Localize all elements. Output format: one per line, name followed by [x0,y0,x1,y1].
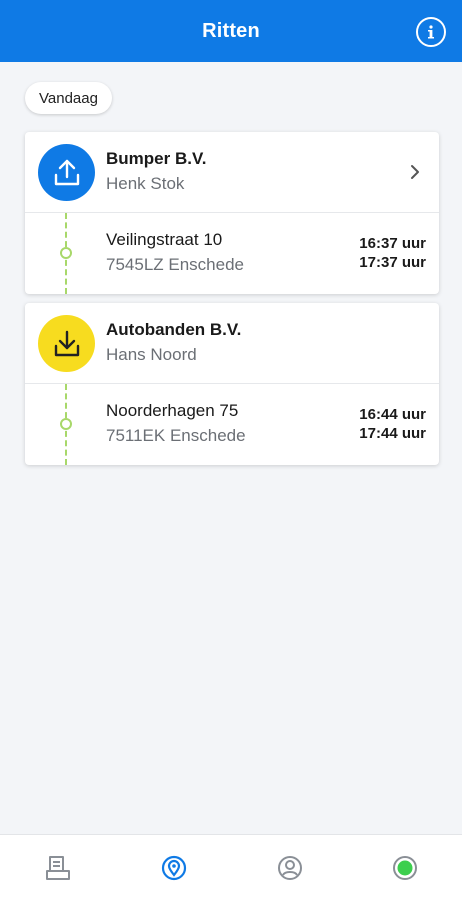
route-dot [60,418,72,430]
app-header: Ritten [0,0,462,62]
company-name: Autobanden B.V. [106,320,242,339]
time-start: 16:37 uur [359,235,426,252]
profile-icon[interactable] [275,853,305,883]
chevron-right-icon[interactable] [409,163,421,181]
location-pin-icon[interactable] [159,853,189,883]
trip-card-header[interactable]: Autobanden B.V. Hans Noord [25,303,439,384]
page-title: Ritten [202,19,260,42]
date-filter-chip[interactable]: Vandaag [25,82,112,114]
time-start: 16:44 uur [359,406,426,423]
postal-city: 7545LZ Enschede [106,255,244,274]
date-filter-label: Vandaag [39,89,98,107]
time-end: 17:44 uur [359,425,426,442]
street-address: Noorderhagen 75 [106,401,239,420]
documents-icon[interactable] [43,853,73,883]
trip-route: Noorderhagen 75 7511EK Enschede 16:44 uu… [25,384,439,465]
download-icon [38,315,95,372]
bottom-nav [0,834,462,900]
postal-city: 7511EK Enschede [106,426,246,445]
street-address: Veilingstraat 10 [106,230,223,249]
contact-name: Hans Noord [106,345,197,364]
trip-card[interactable]: Bumper B.V. Henk Stok Veilingstraat 10 7… [25,132,439,294]
info-icon[interactable] [416,17,446,47]
contact-name: Henk Stok [106,174,185,193]
trip-card-header[interactable]: Bumper B.V. Henk Stok [25,132,439,213]
route-dot [60,247,72,259]
upload-icon [38,144,95,201]
trip-route: Veilingstraat 10 7545LZ Enschede 16:37 u… [25,213,439,294]
trip-card[interactable]: Autobanden B.V. Hans Noord Noorderhagen … [25,303,439,465]
time-end: 17:37 uur [359,254,426,271]
company-name: Bumper B.V. [106,149,207,168]
online-status-icon[interactable] [390,853,420,883]
